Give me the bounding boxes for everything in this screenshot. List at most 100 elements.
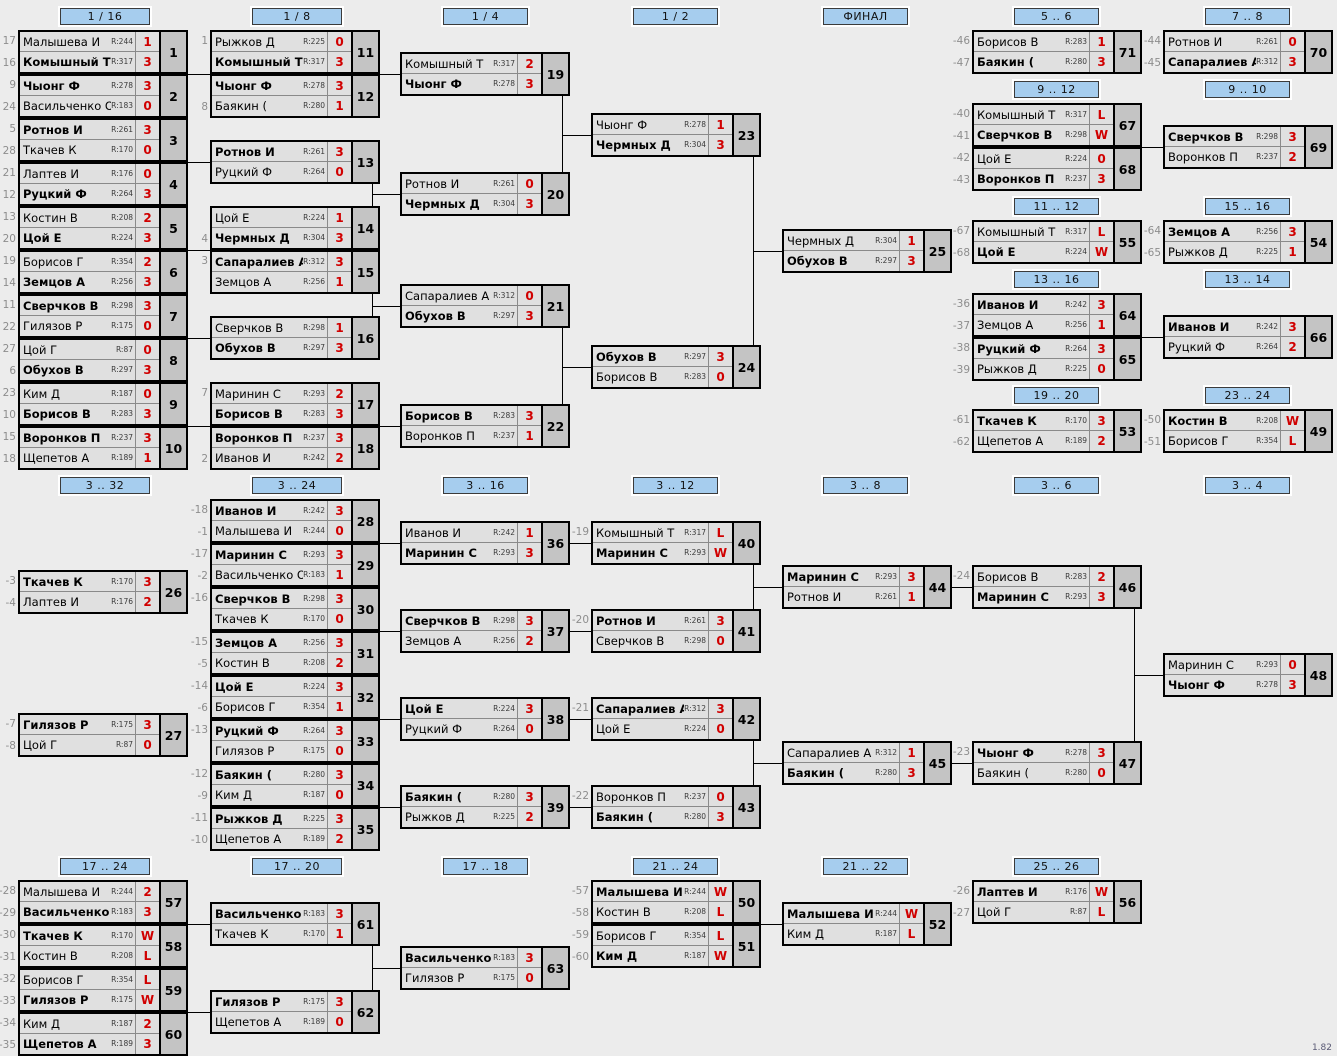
player-row[interactable]: Маринин С R:293 0: [1165, 654, 1304, 675]
player-row[interactable]: Ким Д R:187 0: [20, 383, 159, 404]
player-row[interactable]: Руцкий Ф R:264 2: [1165, 337, 1304, 357]
player-row[interactable]: Цой Г R:87 0: [20, 339, 159, 360]
match[interactable]: Рыжков Д R:225 3 Щепетов А R:189 2 35: [210, 807, 380, 851]
player-row[interactable]: Гилязов Р R:175 0: [212, 741, 351, 761]
match[interactable]: Борисов В R:283 3 Воронков П R:237 1 22: [400, 404, 570, 448]
match[interactable]: Ткачев К R:170 W Костин В R:208 L 58: [18, 924, 188, 968]
match[interactable]: Иванов И R:242 3 Малышева И R:244 0 28: [210, 499, 380, 543]
player-row[interactable]: Маринин С R:293 3: [212, 544, 351, 565]
player-row[interactable]: Васильченко О R:183 1: [212, 565, 351, 585]
match[interactable]: Руцкий Ф R:264 3 Гилязов Р R:175 0 33: [210, 719, 380, 763]
player-row[interactable]: Воронков П R:237 1: [402, 426, 541, 446]
match[interactable]: Ротнов И R:261 3 Ткачев К R:170 0 3: [18, 118, 188, 162]
match[interactable]: Чыонг Ф R:278 3 Васильченко О R:183 0 2: [18, 74, 188, 118]
player-row[interactable]: Щепетов А R:189 2: [212, 829, 351, 849]
match[interactable]: Воронков П R:237 0 Баякин (R:280 3 43: [591, 785, 761, 829]
player-row[interactable]: Маринин С R:293 W: [593, 543, 732, 563]
match[interactable]: Маринин С R:293 2 Борисов В R:283 3 17: [210, 382, 380, 426]
player-row[interactable]: Руцкий Ф R:264 0: [212, 162, 351, 182]
player-row[interactable]: Борисов В R:283 3: [212, 404, 351, 424]
player-row[interactable]: Ким Д R:187 W: [593, 946, 732, 966]
player-row[interactable]: Цой Г R:87 0: [20, 735, 159, 755]
player-row[interactable]: Чыонг Ф R:278 3: [402, 74, 541, 94]
match[interactable]: Васильченко ОR:1833 Гилязов Р R:175063: [400, 946, 570, 990]
match[interactable]: Ротнов И R:261 3 Руцкий Ф R:264 0 13: [210, 140, 380, 184]
match[interactable]: Баякин (R:280 3 Ким Д R:187 0 34: [210, 763, 380, 807]
player-row[interactable]: Лаптев И R:176 W: [974, 881, 1113, 902]
player-row[interactable]: Баякин (R:280 3: [212, 764, 351, 785]
player-row[interactable]: Ротнов И R:261 1: [784, 587, 923, 607]
player-row[interactable]: Земцов А R:256 3: [20, 272, 159, 292]
player-row[interactable]: Чыонг Ф R:278 1: [593, 114, 732, 135]
player-row[interactable]: Цой Г R:87 L: [974, 902, 1113, 922]
player-row[interactable]: Малышева И R:244 1: [20, 31, 159, 52]
player-row[interactable]: Обухов В R:297 3: [212, 338, 351, 358]
match[interactable]: Сапаралиев А R:312 1 Баякин (R:280 3 45: [782, 741, 952, 785]
player-row[interactable]: Рыжков Д R:225 0: [974, 359, 1113, 379]
match[interactable]: Иванов И R:242 3 Земцов А R:256 1 64: [972, 293, 1142, 337]
match[interactable]: Сверчков В R:298 1 Обухов В R:297 3 16: [210, 316, 380, 360]
match[interactable]: Комышный Т R:317 L Цой Е R:224 W 55: [972, 220, 1142, 264]
player-row[interactable]: Воронков П R:237 2: [1165, 147, 1304, 167]
player-row[interactable]: Комышный Т R:317 L: [974, 221, 1113, 242]
player-row[interactable]: Ткачев К R:170 3: [974, 410, 1113, 431]
player-row[interactable]: Борисов В R:283 1: [974, 31, 1113, 52]
match[interactable]: Чыонг Ф R:278 3 Баякин (R:280 0 47: [972, 741, 1142, 785]
player-row[interactable]: Сапаралиев А R:312 0: [402, 285, 541, 306]
player-row[interactable]: Ротнов И R:261 0: [402, 173, 541, 194]
player-row[interactable]: Ким Д R:187 L: [784, 924, 923, 944]
player-row[interactable]: Чермных Д R:304 3: [402, 194, 541, 214]
match[interactable]: Сверчков В R:298 3 Земцов А R:256 2 37: [400, 609, 570, 653]
player-row[interactable]: Обухов В R:297 3: [593, 346, 732, 367]
player-row[interactable]: Обухов В R:297 3: [402, 306, 541, 326]
match[interactable]: Ким Д R:187 2 Щепетов А R:189 3 60: [18, 1012, 188, 1056]
match[interactable]: Васильченко ОR:1833 Ткачев К R:170161: [210, 902, 380, 946]
player-row[interactable]: Гилязов Р R:175 0: [20, 316, 159, 336]
player-row[interactable]: Сапаралиев А R:312 3: [1165, 52, 1304, 72]
player-row[interactable]: Ротнов И R:261 3: [593, 610, 732, 631]
player-row[interactable]: Земцов А R:256 1: [974, 315, 1113, 335]
match[interactable]: Цой Е R:224 3 Руцкий Ф R:264 0 38: [400, 697, 570, 741]
player-row[interactable]: Щепетов А R:189 0: [212, 1012, 351, 1032]
match[interactable]: Сверчков В R:298 3 Гилязов Р R:175 0 7: [18, 294, 188, 338]
player-row[interactable]: Костин В R:208 W: [1165, 410, 1304, 431]
match[interactable]: Борисов Г R:354 L Ким Д R:187 W 51: [591, 924, 761, 968]
player-row[interactable]: Комышный Т R:317 L: [974, 104, 1113, 125]
match[interactable]: Комышный Т R:317 L Маринин С R:293 W 40: [591, 521, 761, 565]
match[interactable]: Борисов Г R:354 2 Земцов А R:256 3 6: [18, 250, 188, 294]
match[interactable]: Руцкий Ф R:264 3 Рыжков Д R:225 0 65: [972, 337, 1142, 381]
player-row[interactable]: Баякин (R:280 3: [784, 763, 923, 783]
player-row[interactable]: Сверчков В R:298 1: [212, 317, 351, 338]
player-row[interactable]: Сапаралиев А R:312 3: [593, 698, 732, 719]
player-row[interactable]: Маринин С R:293 3: [974, 587, 1113, 607]
player-row[interactable]: Земцов А R:256 3: [1165, 221, 1304, 242]
match[interactable]: Борисов Г R:354 L Гилязов Р R:175 W 59: [18, 968, 188, 1012]
player-row[interactable]: Борисов В R:283 2: [974, 566, 1113, 587]
player-row[interactable]: Баякин (R:280 3: [402, 786, 541, 807]
player-row[interactable]: Ротнов И R:261 0: [1165, 31, 1304, 52]
player-row[interactable]: Иванов И R:242 3: [1165, 316, 1304, 337]
player-row[interactable]: Рыжков Д R:225 2: [402, 807, 541, 827]
player-row[interactable]: Комышный Т R:317 3: [212, 52, 351, 72]
player-row[interactable]: Воронков П R:237 3: [974, 169, 1113, 189]
player-row[interactable]: Щепетов А R:189 1: [20, 448, 159, 468]
player-row[interactable]: Рыжков Д R:225 3: [212, 808, 351, 829]
player-row[interactable]: Васильченко ОR:1833: [20, 902, 159, 922]
player-row[interactable]: Цой Е R:224 1: [212, 207, 351, 228]
player-row[interactable]: Комышный Т R:317 2: [402, 53, 541, 74]
match[interactable]: Лаптев И R:176 0 Руцкий Ф R:264 3 4: [18, 162, 188, 206]
player-row[interactable]: Костин В R:208 L: [20, 946, 159, 966]
match[interactable]: Ткачев К R:170 3 Лаптев И R:176 2 26: [18, 570, 188, 614]
match[interactable]: Цой Е R:224 3 Борисов Г R:354 1 32: [210, 675, 380, 719]
match[interactable]: Маринин С R:293 0 Чыонг Ф R:278 3 48: [1163, 653, 1333, 697]
player-row[interactable]: Иванов И R:242 2: [212, 448, 351, 468]
player-row[interactable]: Маринин С R:293 3: [402, 543, 541, 563]
match[interactable]: Малышева ИR:2442Васильченко ОR:183357: [18, 880, 188, 924]
player-row[interactable]: Чермных Д R:304 1: [784, 230, 923, 251]
player-row[interactable]: Комышный Т R:317 3: [20, 52, 159, 72]
match[interactable]: Цой Г R:87 0 Обухов В R:297 3 8: [18, 338, 188, 382]
player-row[interactable]: Воронков П R:237 3: [20, 427, 159, 448]
player-row[interactable]: Руцкий Ф R:264 3: [20, 184, 159, 204]
player-row[interactable]: Ткачев К R:170 3: [20, 571, 159, 592]
player-row[interactable]: Чыонг Ф R:278 3: [212, 75, 351, 96]
